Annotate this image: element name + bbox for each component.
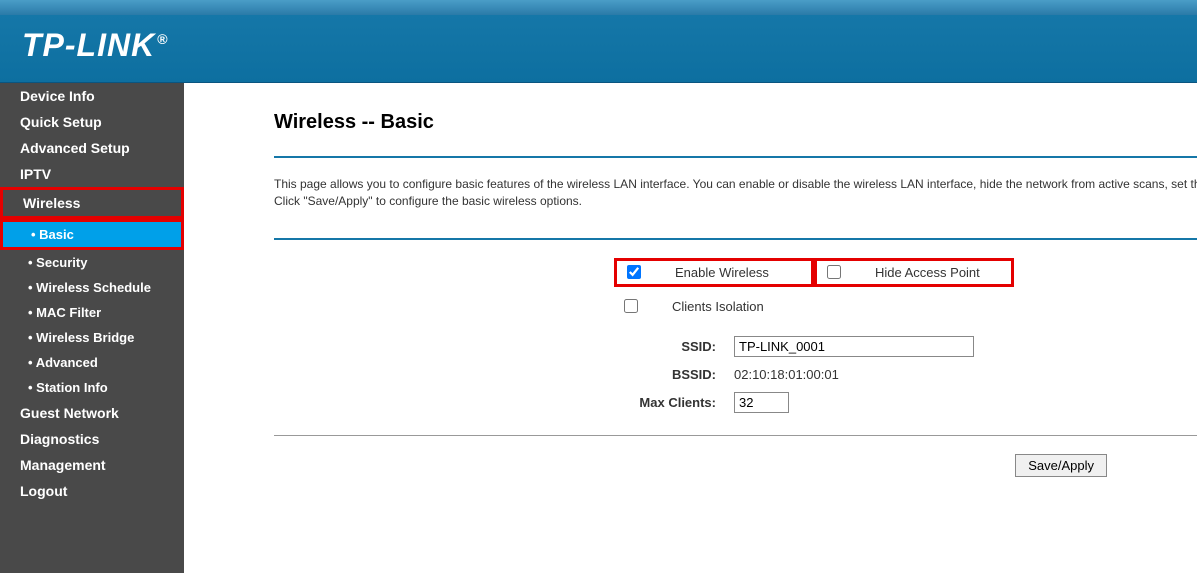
sidebar-item-quick-setup[interactable]: Quick Setup: [0, 109, 184, 135]
max-clients-input[interactable]: [734, 392, 789, 413]
checkbox-label: Enable Wireless: [675, 265, 769, 280]
sidebar-item-advanced[interactable]: Advanced: [0, 350, 184, 375]
ssid-input[interactable]: [734, 336, 974, 357]
sidebar-item-wireless[interactable]: Wireless: [0, 187, 184, 219]
divider: [274, 435, 1197, 436]
sidebar-item-logout[interactable]: Logout: [0, 478, 184, 504]
checkbox-hide-access-point[interactable]: [827, 265, 841, 279]
logo: TP-LINK®: [22, 27, 169, 63]
sidebar-item-wireless-bridge[interactable]: Wireless Bridge: [0, 325, 184, 350]
checkbox-label: Hide Access Point: [875, 265, 980, 280]
sidebar-item-wireless-schedule[interactable]: Wireless Schedule: [0, 275, 184, 300]
page-title: Wireless -- Basic: [274, 111, 1197, 134]
header-gradient-bar: [0, 0, 1197, 15]
sidebar-item-mac-filter[interactable]: MAC Filter: [0, 300, 184, 325]
ssid-label: SSID:: [614, 339, 734, 354]
checkbox-label: Clients Isolation: [672, 299, 764, 314]
main-content: Wireless -- Basic This page allows you t…: [184, 83, 1197, 573]
checkbox-row-clients-isolation: Clients Isolation: [614, 295, 1197, 318]
bssid-label: BSSID:: [614, 367, 734, 382]
max-clients-label: Max Clients:: [614, 395, 734, 410]
max-clients-row: Max Clients:: [614, 392, 1197, 413]
sidebar-item-guest-network[interactable]: Guest Network: [0, 400, 184, 426]
divider: [274, 238, 1197, 240]
checkbox-clients-isolation[interactable]: [624, 299, 638, 313]
bssid-row: BSSID: 02:10:18:01:00:01: [614, 367, 1197, 382]
divider: [274, 156, 1197, 158]
button-row: Save/Apply: [274, 454, 1197, 477]
main-container: Device InfoQuick SetupAdvanced SetupIPTV…: [0, 83, 1197, 573]
sidebar-item-iptv[interactable]: IPTV: [0, 161, 184, 187]
sidebar-item-security[interactable]: Security: [0, 250, 184, 275]
sidebar: Device InfoQuick SetupAdvanced SetupIPTV…: [0, 83, 184, 573]
sidebar-item-diagnostics[interactable]: Diagnostics: [0, 426, 184, 452]
sidebar-item-station-info[interactable]: Station Info: [0, 375, 184, 400]
form-area: Enable Wireless Hide Access Point Clients …: [274, 258, 1197, 413]
checkbox-row-hide-access-point: Hide Access Point: [814, 258, 1014, 287]
ssid-row: SSID:: [614, 336, 1197, 357]
sidebar-item-basic[interactable]: Basic: [0, 219, 184, 250]
sidebar-item-advanced-setup[interactable]: Advanced Setup: [0, 135, 184, 161]
page-description: This page allows you to configure basic …: [274, 176, 1197, 210]
bssid-value: 02:10:18:01:00:01: [734, 367, 839, 382]
sidebar-item-management[interactable]: Management: [0, 452, 184, 478]
save-apply-button[interactable]: Save/Apply: [1015, 454, 1107, 477]
sidebar-item-device-info[interactable]: Device Info: [0, 83, 184, 109]
checkbox-enable-wireless[interactable]: [627, 265, 641, 279]
checkbox-row-enable-wireless: Enable Wireless: [614, 258, 814, 287]
header: TP-LINK®: [0, 15, 1197, 83]
